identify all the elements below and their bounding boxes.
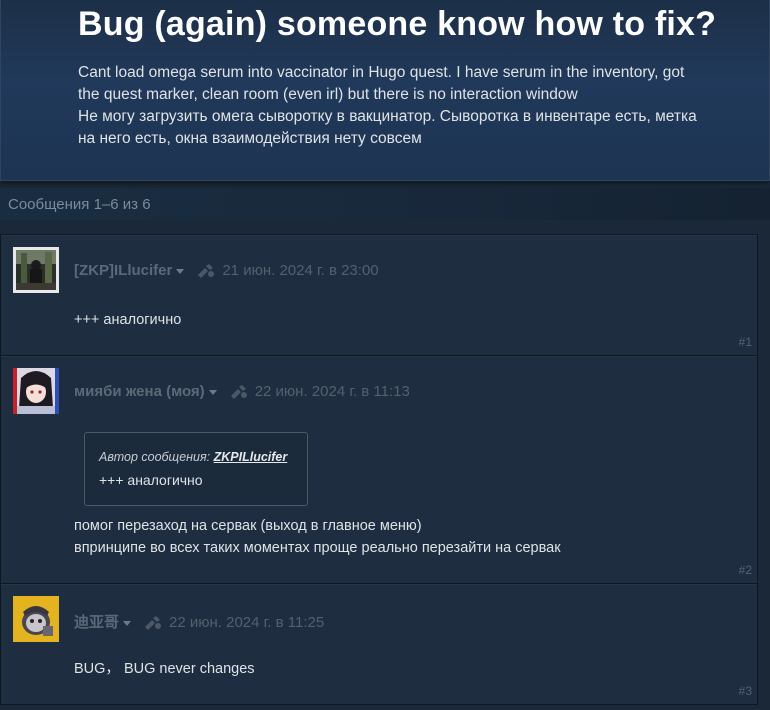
award-icon[interactable] — [196, 263, 216, 279]
avatar[interactable] — [13, 596, 59, 642]
topic-body: Cant load omega serum into vaccinator in… — [78, 62, 768, 150]
topic-title: Bug (again) someone know how to fix? — [78, 5, 717, 43]
forum-post: мияби жена (моя) 22 июн. 2024 г. в 11:13 … — [0, 355, 758, 584]
topic-body-line: Cant load omega serum into vaccinator in… — [78, 64, 685, 81]
post-number[interactable]: #2 — [739, 563, 752, 577]
post-date: 21 июн. 2024 г. в 23:00 — [222, 262, 379, 279]
post-line: +++ аналогично — [74, 312, 182, 328]
quote-prefix: Автор сообщения: — [99, 450, 214, 464]
post-body: помог перезаход на сервак (выход в главн… — [74, 515, 561, 559]
post-line: впринципе во всех таких моментах проще р… — [74, 540, 561, 556]
post-number[interactable]: #1 — [739, 335, 752, 349]
quote-author-line: Автор сообщения: ZKPILlucifer — [99, 450, 287, 464]
post-author[interactable]: [ZKP]ILlucifer — [74, 262, 172, 279]
avatar[interactable] — [13, 247, 59, 293]
award-icon[interactable] — [229, 384, 249, 400]
message-count: Сообщения 1–6 из 6 — [8, 196, 151, 213]
quote-text: +++ аналогично — [99, 472, 203, 488]
post-date: 22 июн. 2024 г. в 11:25 — [169, 614, 325, 631]
message-count-bar: Сообщения 1–6 из 6 — [0, 188, 770, 220]
chevron-down-icon[interactable] — [208, 389, 217, 395]
topic-body-line: на него есть, окна взаимодействия нету с… — [78, 130, 422, 147]
post-body: BUG， BUG never changes — [74, 658, 255, 680]
topic-body-line: Не могу загрузить омега сыворотку в вакц… — [78, 108, 697, 125]
post-author[interactable]: мияби жена (моя) — [74, 383, 205, 400]
chevron-down-icon[interactable] — [123, 620, 132, 626]
quote-author-link[interactable]: ZKPILlucifer — [214, 450, 288, 464]
chevron-down-icon[interactable] — [176, 268, 185, 274]
post-body: +++ аналогично — [74, 309, 181, 331]
topic-body-line: the quest marker, clean room (even irl) … — [78, 86, 578, 103]
avatar-dark-figure-icon — [13, 247, 59, 293]
post-number[interactable]: #3 — [739, 684, 752, 698]
post-line: BUG， BUG never changes — [74, 661, 255, 677]
post-author[interactable]: 迪亚哥 — [74, 614, 119, 631]
post-author-line: 迪亚哥 22 июн. 2024 г. в 11:25 — [74, 611, 324, 632]
forum-post: 迪亚哥 22 июн. 2024 г. в 11:25 BUG， BUG neve… — [0, 583, 758, 705]
avatar-yellow-cartoon-icon — [13, 596, 59, 642]
post-line: помог перезаход на сервак (выход в главн… — [74, 518, 422, 534]
post-author-line: [ZKP]ILlucifer 21 июн. 2024 г. в 23:00 — [74, 262, 379, 279]
award-icon[interactable] — [143, 615, 163, 631]
quote-block: Автор сообщения: ZKPILlucifer +++ аналог… — [84, 432, 308, 506]
post-author-line: мияби жена (моя) 22 июн. 2024 г. в 11:13 — [74, 383, 410, 400]
avatar-anime-girl-icon — [13, 368, 59, 414]
topic-header: Bug (again) someone know how to fix? Can… — [0, 0, 770, 181]
post-date: 22 июн. 2024 г. в 11:13 — [254, 383, 410, 400]
forum-post: [ZKP]ILlucifer 21 июн. 2024 г. в 23:00 ++… — [0, 234, 758, 356]
avatar[interactable] — [13, 368, 59, 414]
